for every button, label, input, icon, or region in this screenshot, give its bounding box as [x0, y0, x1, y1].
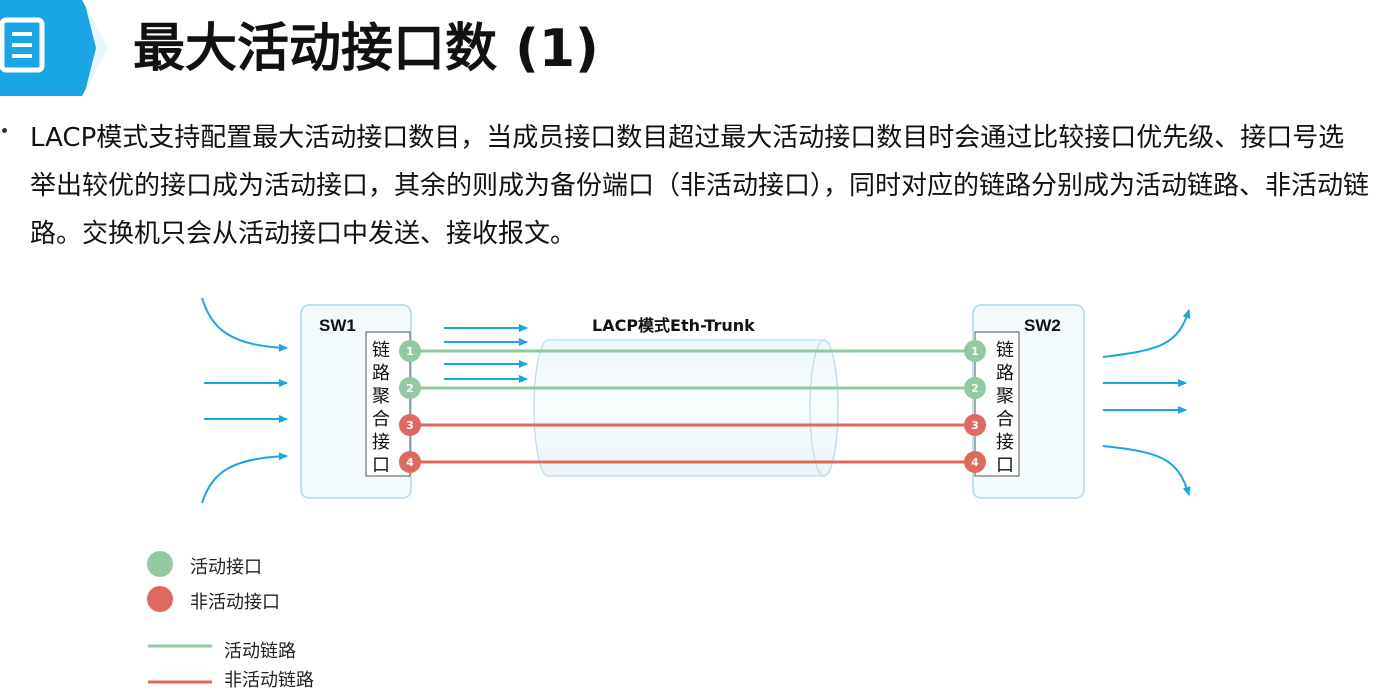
svg-text:4: 4 — [971, 456, 979, 469]
svg-text:2: 2 — [406, 382, 414, 395]
sw1-label: SW1 — [319, 316, 356, 335]
svg-text:3: 3 — [406, 419, 414, 432]
eth-trunk-tube — [533, 339, 839, 477]
svg-text:接: 接 — [996, 432, 1014, 453]
svg-text:路: 路 — [372, 363, 390, 384]
svg-text:接: 接 — [372, 432, 390, 453]
legend-active-link-label: 活动链路 — [224, 641, 296, 662]
svg-text:链: 链 — [372, 340, 390, 361]
sw2-label: SW2 — [1024, 316, 1061, 335]
legend-inactive-port-label: 非活动接口 — [190, 592, 280, 613]
svg-text:聚: 聚 — [996, 386, 1014, 407]
legend-active-port-label: 活动接口 — [190, 557, 262, 578]
svg-text:2: 2 — [971, 382, 979, 395]
svg-text:口: 口 — [372, 455, 390, 476]
svg-text:合: 合 — [996, 409, 1014, 430]
legend-inactive-link-label: 非活动链路 — [224, 670, 314, 691]
legend-inactive-port-swatch — [147, 586, 173, 612]
forwarding-arrows — [444, 324, 528, 383]
svg-text:4: 4 — [406, 456, 414, 469]
incoming-traffic-arrows — [201, 297, 288, 504]
svg-text:1: 1 — [971, 345, 979, 358]
outgoing-traffic-arrows — [1102, 309, 1191, 496]
svg-text:路: 路 — [996, 363, 1014, 384]
svg-text:3: 3 — [971, 419, 979, 432]
svg-text:聚: 聚 — [372, 386, 390, 407]
svg-text:合: 合 — [372, 409, 390, 430]
svg-text:口: 口 — [996, 455, 1014, 476]
legend-active-port-swatch — [147, 551, 173, 577]
trunk-label: LACP模式Eth-Trunk — [592, 316, 755, 335]
svg-text:链: 链 — [996, 340, 1014, 361]
svg-text:1: 1 — [406, 345, 414, 358]
